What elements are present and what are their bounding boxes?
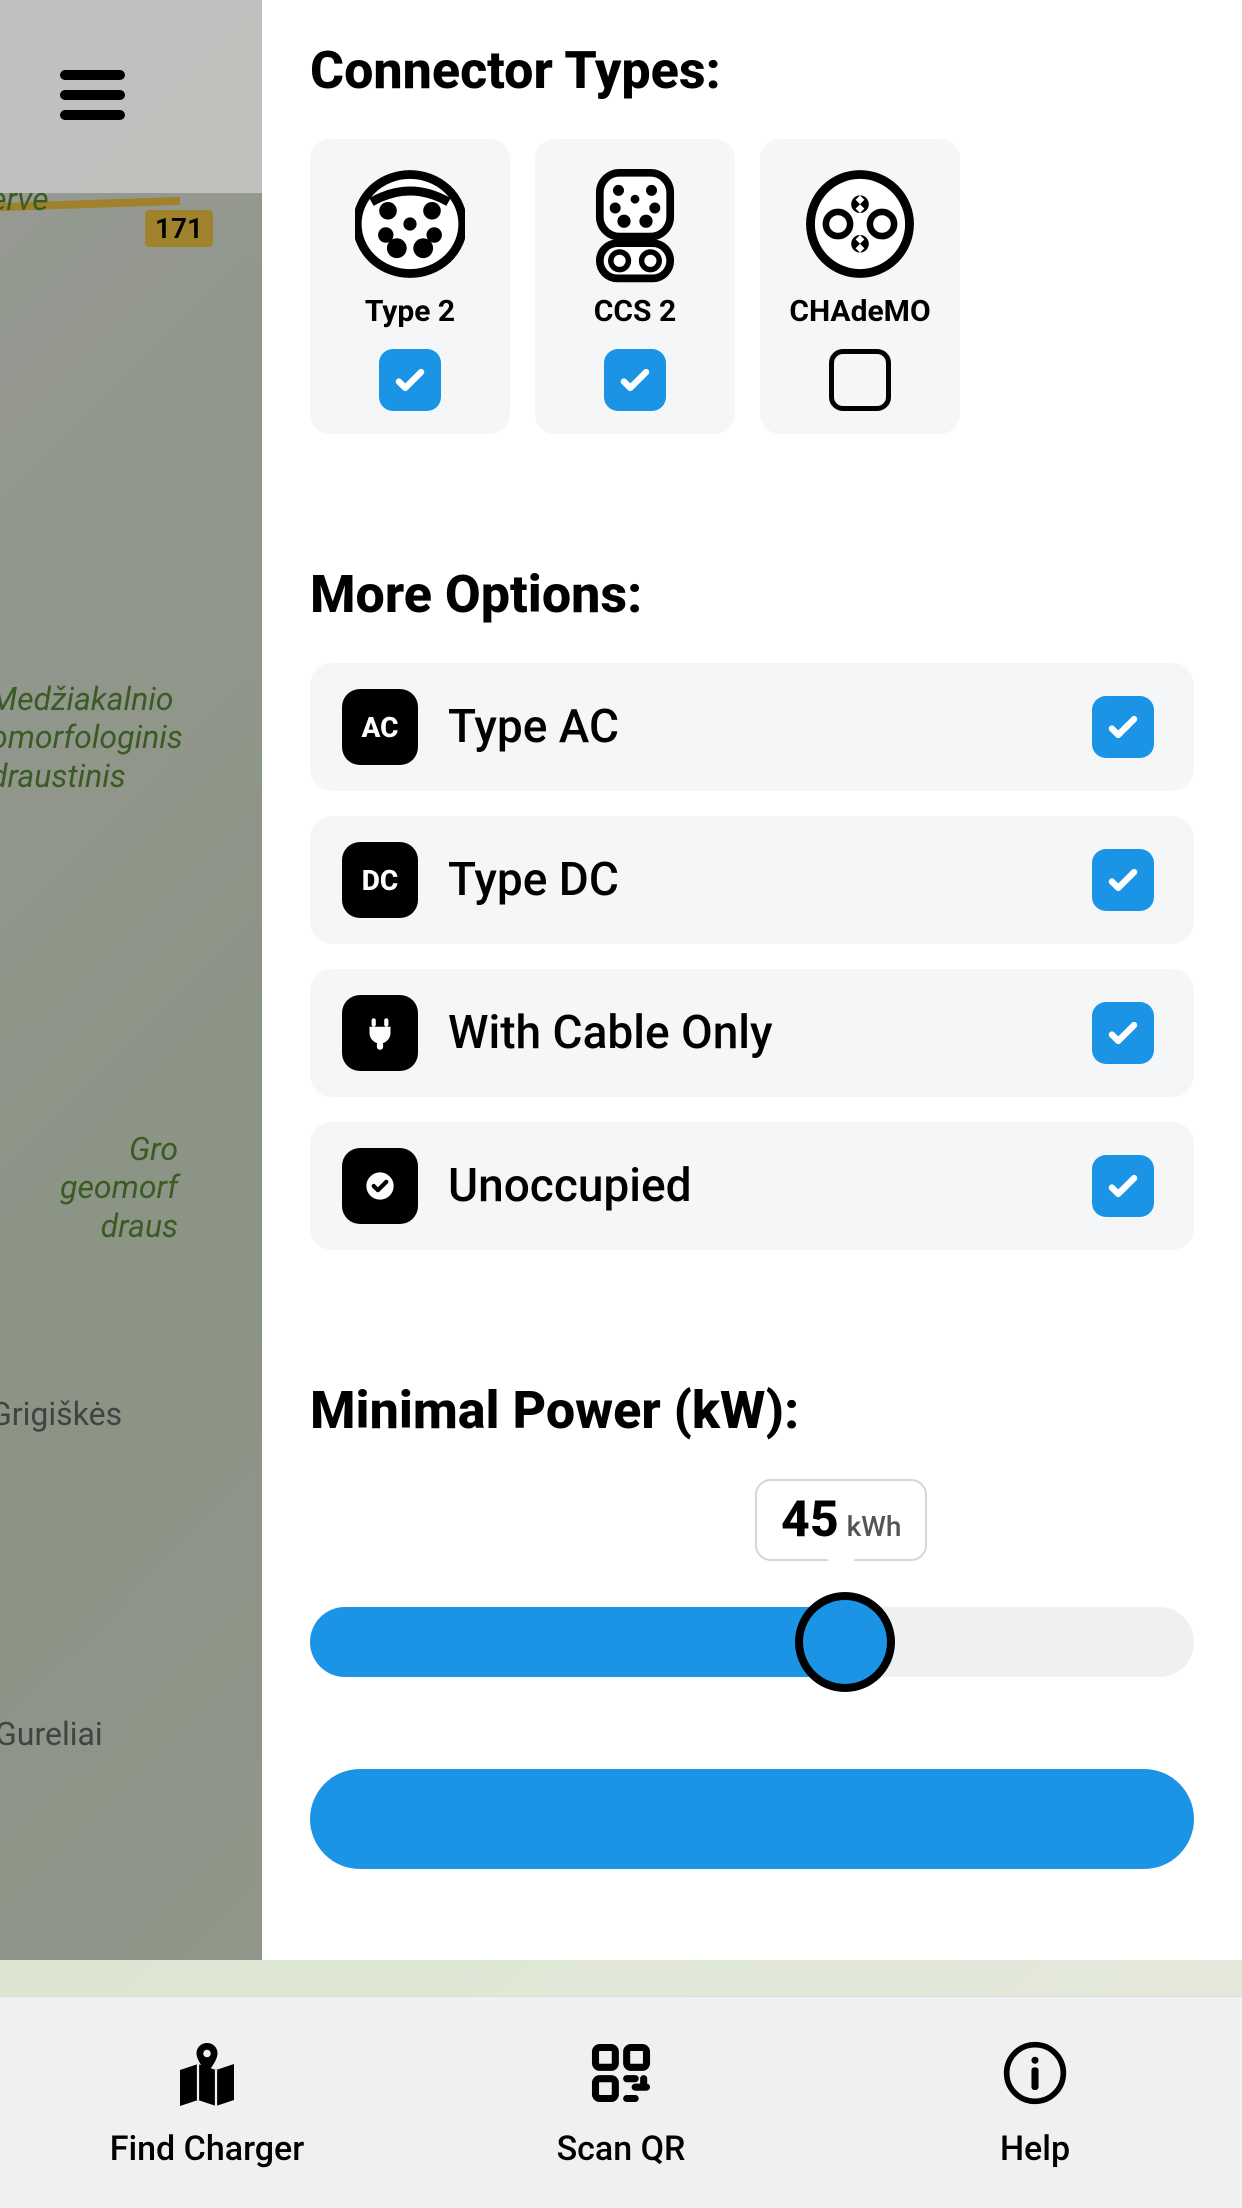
info-icon	[999, 2037, 1071, 2109]
qr-icon	[585, 2037, 657, 2109]
option-unoccupied[interactable]: Unoccupied	[310, 1122, 1194, 1250]
power-unit: kWh	[847, 1510, 902, 1543]
connector-types-title: Connector Types:	[310, 40, 1194, 101]
checkbox-checked[interactable]	[604, 349, 666, 411]
slider-tooltip: 45 kWh	[755, 1479, 927, 1561]
map-pin-icon	[171, 2037, 243, 2109]
checkbox-checked[interactable]	[1092, 1155, 1154, 1217]
bottom-nav: Find Charger Scan QR Help	[0, 1996, 1242, 2208]
minimal-power-title: Minimal Power (kW):	[310, 1380, 1194, 1441]
more-options-title: More Options:	[310, 564, 1194, 625]
option-with-cable[interactable]: With Cable Only	[310, 969, 1194, 1097]
checkbox-unchecked[interactable]	[829, 349, 891, 411]
ac-icon: AC	[342, 689, 418, 765]
nav-label: Help	[1000, 2129, 1070, 2169]
connectors-row: Type 2	[310, 139, 1194, 434]
option-label: Type AC	[448, 700, 1092, 754]
option-label: With Cable Only	[448, 1006, 1092, 1060]
ccs2-connector-icon	[580, 169, 690, 279]
power-slider[interactable]: 45 kWh	[310, 1479, 1194, 1699]
option-type-dc[interactable]: DC Type DC	[310, 816, 1194, 944]
nav-help[interactable]: Help	[828, 1997, 1242, 2208]
checkbox-checked[interactable]	[379, 349, 441, 411]
connector-ccs2[interactable]: CCS 2	[535, 139, 735, 434]
apply-button[interactable]	[310, 1769, 1194, 1869]
nav-scan-qr[interactable]: Scan QR	[414, 1997, 828, 2208]
power-value: 45	[781, 1491, 839, 1549]
connector-chademo[interactable]: CHAdeMO	[760, 139, 960, 434]
dc-icon: DC	[342, 842, 418, 918]
option-label: Unoccupied	[448, 1159, 1092, 1213]
nav-find-charger[interactable]: Find Charger	[0, 1997, 414, 2208]
chademo-connector-icon	[805, 169, 915, 279]
connector-label: Type 2	[365, 294, 455, 329]
check-circle-icon	[342, 1148, 418, 1224]
nav-label: Scan QR	[557, 2129, 686, 2169]
plug-icon	[342, 995, 418, 1071]
connector-label: CHAdeMO	[789, 294, 930, 329]
slider-thumb[interactable]	[795, 1592, 895, 1692]
option-type-ac[interactable]: AC Type AC	[310, 663, 1194, 791]
connector-label: CCS 2	[594, 294, 676, 329]
option-label: Type DC	[448, 853, 1092, 907]
filter-panel: Connector Types: Type 2	[262, 0, 1242, 1960]
hamburger-icon[interactable]	[60, 70, 125, 120]
options-list: AC Type AC DC Type DC With Cable	[310, 663, 1194, 1250]
checkbox-checked[interactable]	[1092, 1002, 1154, 1064]
slider-fill	[310, 1607, 865, 1677]
nav-label: Find Charger	[110, 2129, 305, 2169]
checkbox-checked[interactable]	[1092, 849, 1154, 911]
overlay-dim[interactable]	[0, 0, 265, 1960]
type2-connector-icon	[355, 169, 465, 279]
connector-type2[interactable]: Type 2	[310, 139, 510, 434]
checkbox-checked[interactable]	[1092, 696, 1154, 758]
